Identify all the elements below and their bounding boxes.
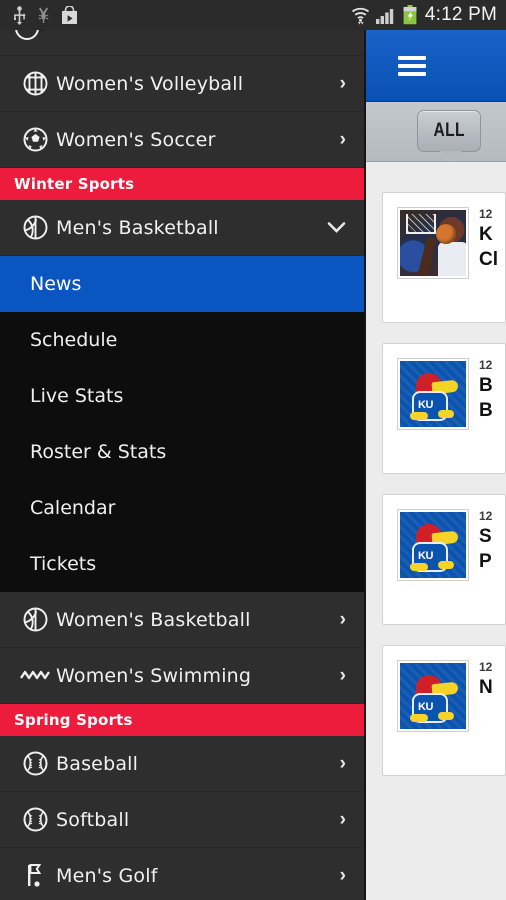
sidebar-item-label: Men's Golf bbox=[56, 864, 158, 887]
news-thumbnail bbox=[397, 207, 469, 279]
navigation-drawer[interactable]: › Women's Volleyball › bbox=[0, 30, 366, 900]
usb-debugging-icon bbox=[36, 6, 51, 25]
sidebar-item-softball[interactable]: Softball › bbox=[0, 792, 364, 848]
sidebar-item-label: Women's Volleyball bbox=[56, 72, 244, 95]
news-thumbnail: KU bbox=[397, 358, 469, 430]
sidebar-subitem-news[interactable]: News bbox=[0, 256, 364, 312]
status-bar-clock: 4:12 PM bbox=[424, 4, 497, 25]
news-card[interactable]: 12 K Cl bbox=[382, 192, 506, 323]
sport-icon bbox=[14, 30, 40, 41]
volleyball-icon bbox=[14, 70, 56, 97]
sidebar-item-womens-swimming[interactable]: Women's Swimming › bbox=[0, 648, 364, 704]
sidebar-item-label: Men's Basketball bbox=[56, 216, 219, 239]
status-bar-left-icons bbox=[0, 5, 79, 25]
sidebar-subitem-calendar[interactable]: Calendar bbox=[0, 480, 364, 536]
news-card-title-line1: B bbox=[479, 375, 493, 396]
chevron-right-icon: › bbox=[40, 30, 45, 37]
sidebar-subitem-label: Calendar bbox=[30, 497, 116, 519]
basketball-action-photo-icon bbox=[400, 210, 466, 276]
news-card[interactable]: KU 12 S P bbox=[382, 494, 506, 625]
sidebar-item-womens-soccer[interactable]: Women's Soccer › bbox=[0, 112, 364, 168]
sidebar-subitem-schedule[interactable]: Schedule bbox=[0, 312, 364, 368]
sidebar-subitem-roster-stats[interactable]: Roster & Stats bbox=[0, 424, 364, 480]
soccer-ball-icon bbox=[14, 126, 56, 153]
chevron-right-icon: › bbox=[339, 128, 346, 150]
baseball-icon bbox=[14, 806, 56, 833]
sidebar-item-label: Women's Soccer bbox=[56, 128, 216, 151]
news-card-text: 12 B B bbox=[469, 358, 493, 459]
chevron-right-icon: › bbox=[339, 72, 346, 94]
sidebar-section-spring-sports: Spring Sports bbox=[0, 704, 364, 736]
battery-charging-icon bbox=[403, 5, 417, 25]
filter-all-label: ALL bbox=[433, 120, 465, 141]
sidebar-item-womens-volleyball[interactable]: Women's Volleyball › bbox=[0, 56, 364, 112]
news-card-date: 12 bbox=[479, 660, 493, 674]
sidebar-item-baseball[interactable]: Baseball › bbox=[0, 736, 364, 792]
sidebar-item-label: Softball bbox=[56, 808, 130, 831]
news-card-text: 12 N bbox=[469, 660, 493, 761]
sidebar-subitem-label: Live Stats bbox=[30, 385, 124, 407]
news-card[interactable]: KU 12 B B bbox=[382, 343, 506, 474]
sidebar-item-womens-basketball[interactable]: Women's Basketball › bbox=[0, 592, 364, 648]
chevron-right-icon: › bbox=[339, 608, 346, 630]
news-card-text: 12 K Cl bbox=[469, 207, 498, 308]
chevron-right-icon: › bbox=[339, 864, 346, 886]
sidebar-item-mens-golf[interactable]: Men's Golf › bbox=[0, 848, 364, 900]
golf-flag-icon bbox=[14, 862, 56, 889]
sidebar-item-mens-basketball[interactable]: Men's Basketball bbox=[0, 200, 364, 256]
sidebar-section-label: Winter Sports bbox=[14, 175, 135, 193]
news-card-title-line2: P bbox=[479, 551, 492, 572]
news-card-text: 12 S P bbox=[469, 509, 492, 610]
chevron-right-icon: › bbox=[339, 808, 346, 830]
news-thumbnail: KU bbox=[397, 660, 469, 732]
news-card-title-line2: Cl bbox=[479, 249, 498, 270]
basketball-icon bbox=[14, 214, 56, 241]
swimming-waves-icon bbox=[14, 668, 56, 684]
news-card-date: 12 bbox=[479, 207, 493, 221]
sidebar-item-label: Women's Basketball bbox=[56, 608, 251, 631]
news-card[interactable]: KU 12 N bbox=[382, 645, 506, 776]
sidebar-item-partial-top[interactable]: › bbox=[0, 30, 364, 56]
filter-pointer-icon bbox=[440, 151, 462, 162]
cellular-signal-icon bbox=[375, 6, 398, 25]
ku-jayhawk-logo-icon: KU bbox=[400, 512, 466, 578]
sidebar-section-label: Spring Sports bbox=[14, 711, 133, 729]
ku-jayhawk-logo-icon: KU bbox=[400, 361, 466, 427]
sidebar-subitem-live-stats[interactable]: Live Stats bbox=[0, 368, 364, 424]
news-card-date: 12 bbox=[479, 358, 493, 372]
news-card-title-line1: N bbox=[479, 677, 493, 698]
baseball-icon bbox=[14, 750, 56, 777]
play-store-icon bbox=[60, 5, 79, 25]
news-thumbnail: KU bbox=[397, 509, 469, 581]
ku-jayhawk-logo-icon: KU bbox=[400, 663, 466, 729]
basketball-icon bbox=[14, 606, 56, 633]
sidebar-subitem-label: Roster & Stats bbox=[30, 441, 167, 463]
chevron-right-icon: › bbox=[339, 664, 346, 686]
chevron-right-icon: › bbox=[339, 752, 346, 774]
app-root: 4:12 PM ALL 12 K Cl KU 12 B B KU 12 S P … bbox=[0, 0, 506, 900]
sidebar-subitem-tickets[interactable]: Tickets bbox=[0, 536, 364, 592]
news-card-title-line1: K bbox=[479, 224, 493, 245]
usb-icon bbox=[12, 5, 27, 25]
status-bar-right-icons: 4:12 PM bbox=[350, 4, 506, 26]
chevron-down-icon bbox=[327, 221, 346, 234]
status-bar: 4:12 PM bbox=[0, 0, 506, 30]
hamburger-menu-icon[interactable] bbox=[398, 56, 426, 76]
sidebar-item-label: Women's Swimming bbox=[56, 664, 252, 687]
sidebar-item-label: Baseball bbox=[56, 752, 139, 775]
news-card-title-line2: B bbox=[479, 400, 493, 421]
sidebar-subitem-label: Schedule bbox=[30, 329, 118, 351]
sidebar-subitem-label: News bbox=[30, 273, 82, 295]
sidebar-subitem-label: Tickets bbox=[30, 553, 97, 575]
wifi-icon bbox=[350, 6, 371, 25]
sidebar-section-winter-sports: Winter Sports bbox=[0, 168, 364, 200]
news-card-title-line1: S bbox=[479, 526, 492, 547]
news-card-date: 12 bbox=[479, 509, 493, 523]
filter-all-button[interactable]: ALL bbox=[417, 110, 481, 152]
